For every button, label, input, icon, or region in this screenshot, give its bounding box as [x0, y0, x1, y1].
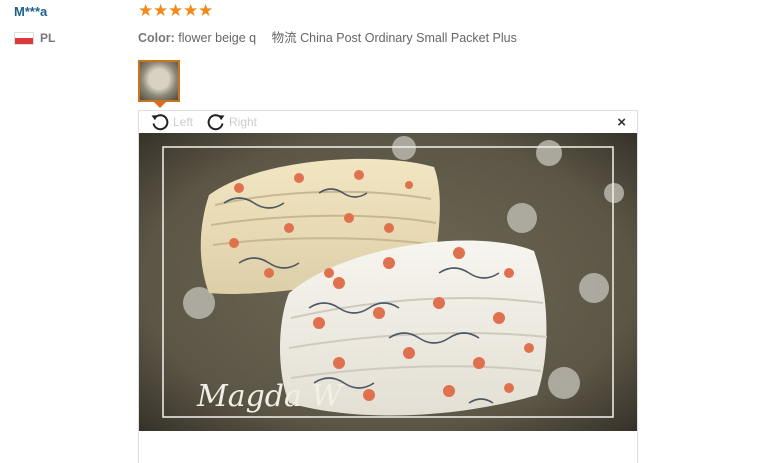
review-photo-thumbnail[interactable]: [138, 60, 180, 102]
photo-viewer: Left Right × Magda W: [138, 110, 638, 463]
star-rating: ★ ★ ★ ★ ★: [138, 2, 213, 20]
rotate-left-icon: [151, 114, 169, 131]
star-icon: ★: [138, 1, 154, 20]
poland-flag-icon: [14, 31, 34, 45]
color-label: Color:: [138, 31, 175, 45]
rotate-right-button[interactable]: Right: [205, 111, 257, 133]
shipping-value: China Post Ordinary Small Packet Plus: [300, 31, 517, 45]
star-icon: ★: [153, 1, 169, 20]
country-code: PL: [40, 31, 56, 45]
rotate-left-button[interactable]: Left: [149, 111, 193, 133]
star-icon: ★: [183, 1, 199, 20]
star-icon: ★: [168, 1, 184, 20]
close-viewer-button[interactable]: ×: [617, 115, 626, 130]
buyer-name: M***a: [14, 4, 48, 19]
photo-watermark: Magda W: [196, 379, 344, 414]
review-photo-image: Magda W: [139, 133, 637, 431]
selected-thumbnail-pointer: [154, 102, 166, 108]
rotate-left-label: Left: [173, 115, 194, 129]
review-photo: Magda W: [139, 133, 637, 431]
order-info: Color: flower beige q 物流 China Post Ordi…: [138, 27, 517, 46]
star-icon: ★: [198, 1, 214, 20]
color-value: flower beige q: [178, 31, 257, 45]
buyer-country: PL: [14, 31, 55, 45]
shipping-label: 物流: [271, 31, 297, 45]
rotate-right-label: Right: [229, 115, 258, 129]
rotate-right-icon: [207, 114, 225, 131]
